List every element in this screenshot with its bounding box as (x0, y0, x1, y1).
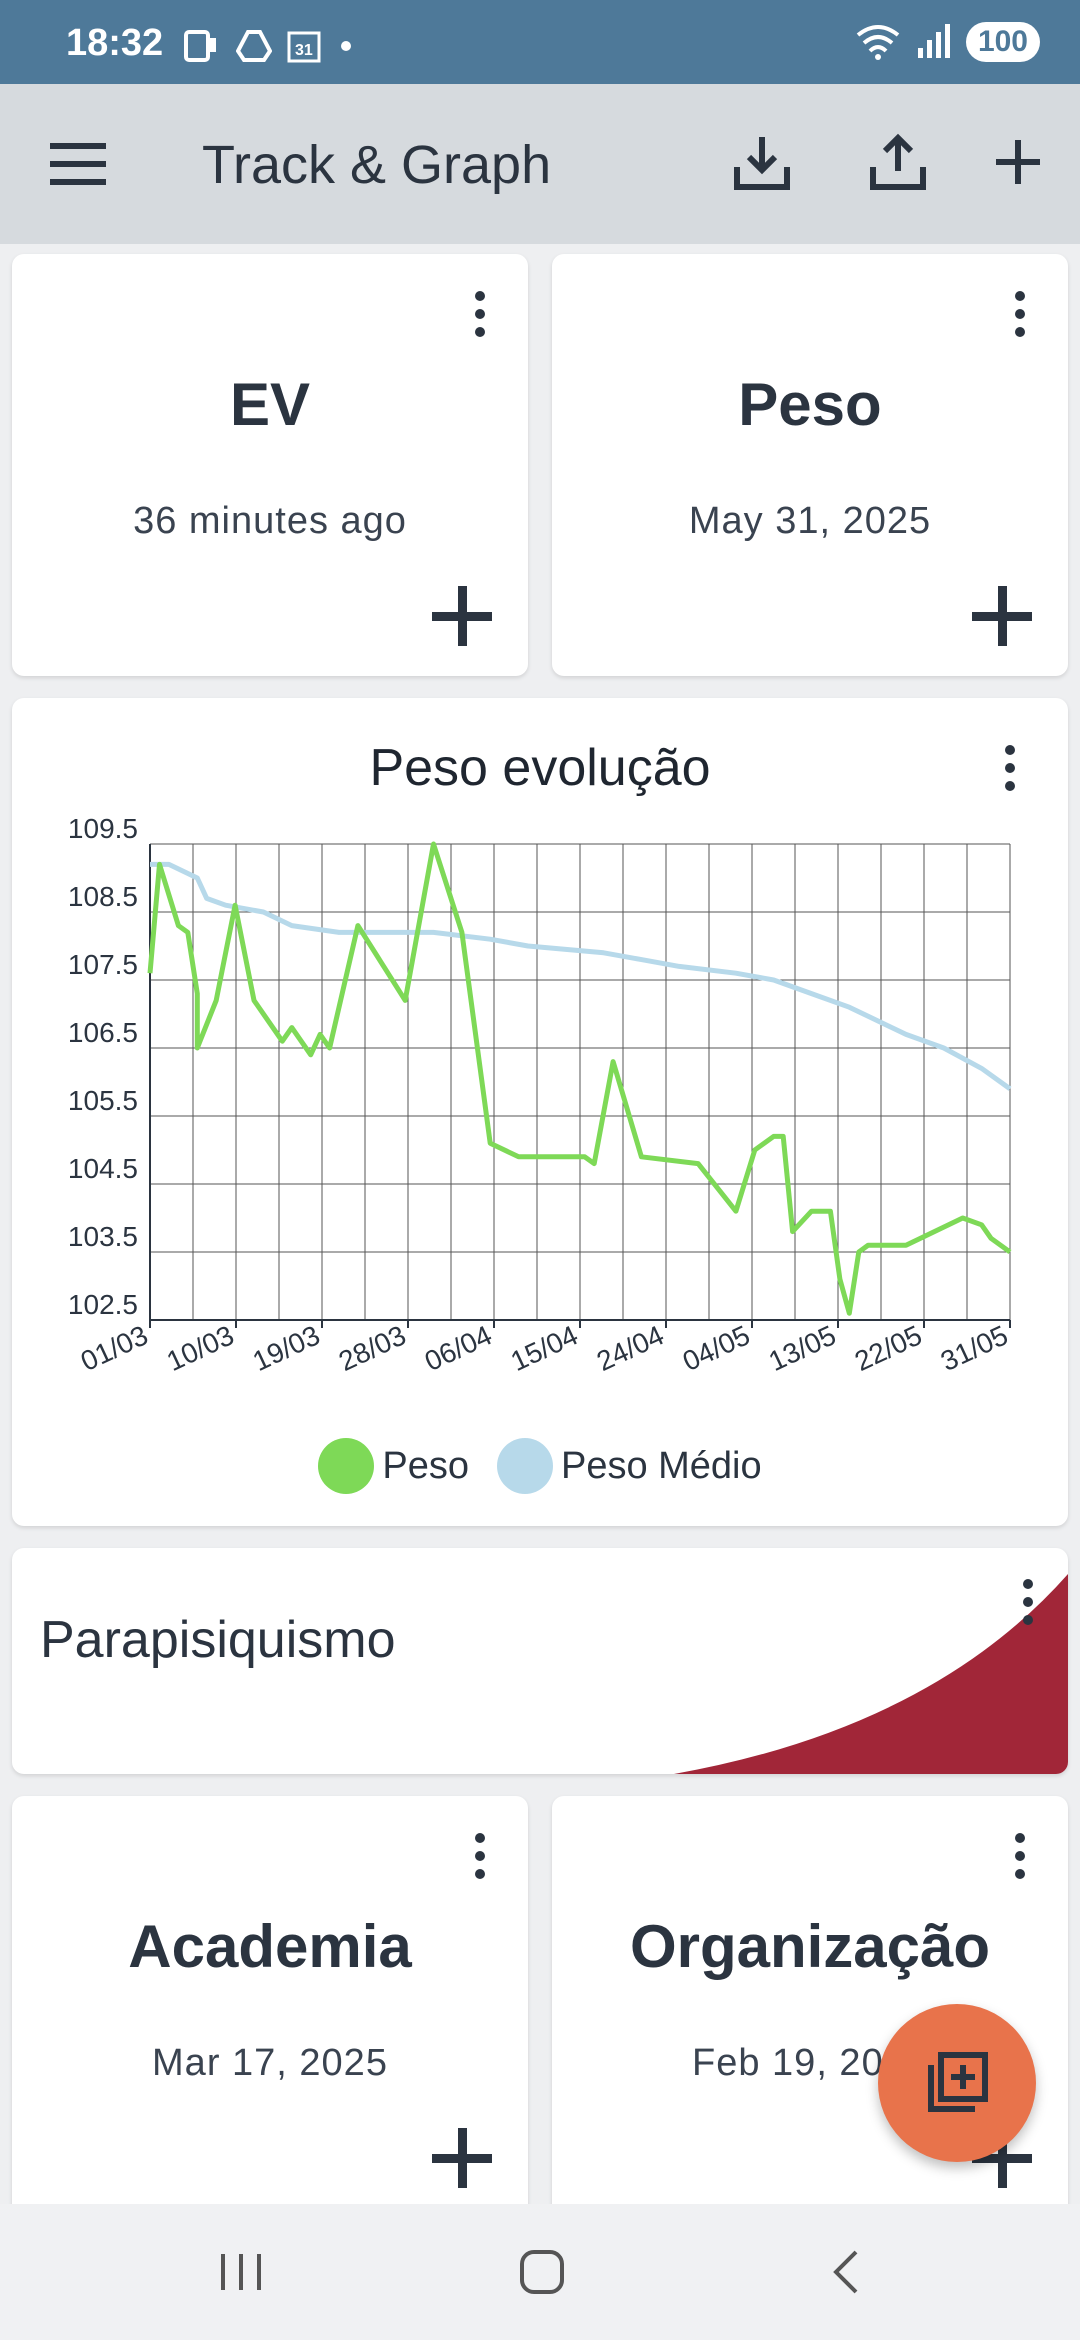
more-vert-icon (475, 1833, 485, 1843)
menu-button[interactable] (38, 124, 118, 204)
y-tick-label: 109.5 (68, 813, 138, 844)
legend-label: Peso Médio (560, 1444, 762, 1487)
wifi-icon (856, 25, 900, 60)
x-tick-label: 22/05 (850, 1319, 927, 1377)
card-menu-button[interactable] (460, 1826, 500, 1886)
x-tick-label: 13/05 (764, 1319, 841, 1377)
tracker-last-entry: Mar 17, 2025 (152, 2042, 388, 2084)
card-menu-button[interactable] (1008, 1572, 1048, 1632)
home-button[interactable] (502, 2240, 582, 2304)
tracker-name: Peso (738, 371, 882, 438)
import-button[interactable] (722, 122, 802, 202)
legend-swatch (318, 1438, 375, 1494)
add-entry-button[interactable] (432, 586, 492, 646)
svg-text:31: 31 (295, 42, 313, 59)
card-menu-button[interactable] (1000, 1826, 1040, 1886)
tracker-name: Academia (128, 1913, 412, 1980)
more-vert-icon (1015, 1833, 1025, 1843)
tracker-card-peso[interactable]: Peso May 31, 2025 (552, 254, 1068, 676)
x-tick-label: 24/04 (592, 1319, 669, 1377)
y-tick-label: 102.5 (68, 1289, 138, 1320)
y-tick-label: 104.5 (68, 1153, 138, 1184)
legend-item-peso: Peso (318, 1438, 469, 1494)
home-icon (520, 2250, 564, 2294)
system-icons: 100 (854, 22, 1040, 62)
recents-icon (221, 2254, 261, 2290)
tracker-last-entry: 36 minutes ago (133, 500, 407, 542)
y-tick-label: 103.5 (68, 1221, 138, 1252)
tracker-name: EV (229, 371, 311, 438)
add-group-fab[interactable] (878, 2004, 1036, 2162)
add-icon (996, 140, 1040, 184)
group-card-parapisiquismo[interactable]: Parapisiquismo (12, 1548, 1068, 1774)
back-button[interactable] (806, 2240, 886, 2304)
drive-icon (236, 30, 272, 62)
battery-indicator: 100 (965, 22, 1040, 62)
notification-icons: 31 (182, 28, 356, 64)
recents-button[interactable] (202, 2240, 282, 2304)
group-name: Parapisiquismo (40, 1611, 396, 1669)
y-tick-label: 107.5 (68, 949, 138, 980)
tracker-name: Organização (629, 1913, 991, 1980)
more-vert-icon (1023, 1579, 1033, 1589)
legend-label: Peso (382, 1444, 469, 1487)
tracker-card-academia[interactable]: Academia Mar 17, 2025 (12, 1796, 528, 2216)
tracker-last-entry: May 31, 2025 (688, 500, 932, 542)
add-entry-button[interactable] (972, 586, 1032, 646)
x-tick-label: 04/05 (678, 1319, 755, 1377)
chart-legend: Peso Peso Médio (12, 1438, 1068, 1494)
card-menu-button[interactable] (1000, 284, 1040, 344)
x-tick-label: 06/04 (420, 1319, 497, 1377)
x-tick-label: 01/03 (76, 1319, 153, 1377)
legend-swatch (496, 1438, 553, 1494)
app-bar: Track & Graph (0, 84, 1080, 244)
x-tick-label: 19/03 (248, 1319, 325, 1377)
download-icon (734, 137, 790, 190)
x-tick-label: 28/03 (334, 1319, 411, 1377)
weight-chart: 109.5 108.5 107.5 106.5 105.5 104.5 103.5 102.5… (68, 813, 1013, 1377)
menu-icon (50, 143, 106, 185)
back-icon (833, 2250, 858, 2294)
status-time: 18:32 (66, 22, 164, 64)
phone-icon (184, 30, 216, 62)
system-nav-bar (0, 2204, 1080, 2340)
export-button[interactable] (858, 122, 938, 202)
app-title: Track & Graph (202, 135, 552, 195)
legend-item-peso-medio: Peso Médio (496, 1438, 762, 1494)
graph-card[interactable]: Peso evolução 109.5 108.5 107.5 106.5 105.5 1… (12, 698, 1068, 1526)
more-vert-icon (475, 291, 485, 301)
y-tick-label: 106.5 (68, 1017, 138, 1048)
add-button[interactable] (978, 122, 1058, 202)
x-tick-label: 10/03 (162, 1319, 239, 1377)
upload-icon (870, 133, 926, 190)
tracker-card-ev[interactable]: EV 36 minutes ago (12, 254, 528, 676)
library-add-icon (928, 2052, 988, 2112)
y-tick-label: 108.5 (68, 881, 138, 912)
more-vert-icon (1015, 291, 1025, 301)
calendar-icon: 31 (287, 31, 321, 63)
signal-icon (917, 24, 950, 58)
y-tick-label: 105.5 (68, 1085, 138, 1116)
dot-icon (341, 41, 351, 51)
x-tick-label: 15/04 (506, 1319, 583, 1377)
card-menu-button[interactable] (460, 284, 500, 344)
status-bar: 18:32 31 100 (0, 0, 1080, 84)
x-tick-label: 31/05 (936, 1319, 1013, 1377)
add-entry-button[interactable] (432, 2128, 492, 2188)
